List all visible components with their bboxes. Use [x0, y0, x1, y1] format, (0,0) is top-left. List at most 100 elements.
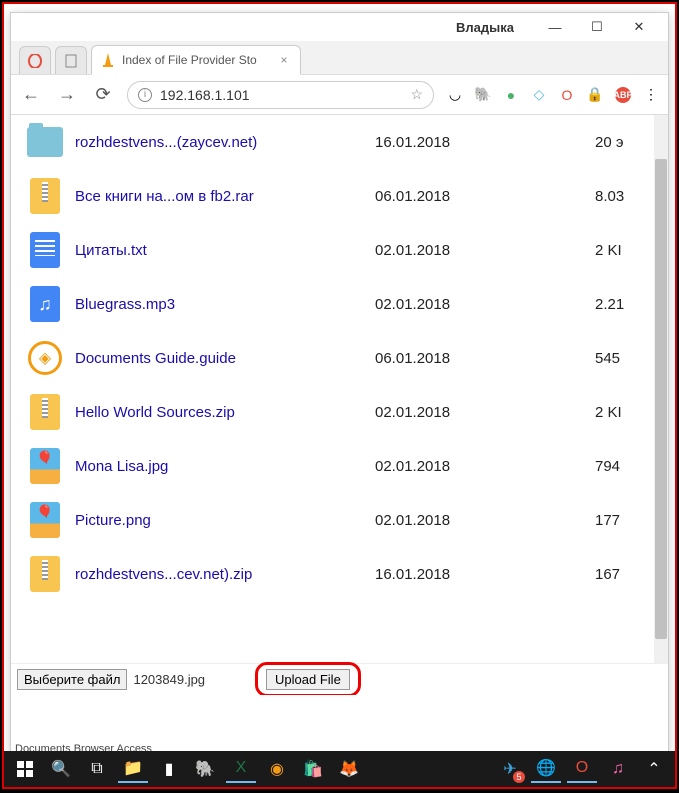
upload-bar: Выберите файл 1203849.jpg Upload File [11, 663, 668, 695]
mp3-icon: ♫ [25, 284, 65, 324]
file-date: 06.01.2018 [375, 188, 595, 205]
minimize-button[interactable]: — [534, 13, 576, 41]
tab-close-icon[interactable]: × [276, 53, 292, 67]
file-size: 2.21 [595, 296, 624, 313]
extension-icons: ◡ 🐘 ● ◇ O 🔒 ABP ⋮ [446, 86, 660, 104]
file-size: 794 [595, 458, 620, 475]
file-size: 2 KI [595, 404, 622, 421]
file-size: 2 KI [595, 242, 622, 259]
scrollbar-thumb[interactable] [655, 159, 667, 639]
ext-blue-icon[interactable]: ◇ [530, 86, 548, 104]
choose-file-button[interactable]: Выберите файл [17, 669, 127, 690]
file-date: 02.01.2018 [375, 404, 595, 421]
tab-title: Index of File Provider Sto [122, 53, 257, 67]
forward-button[interactable]: → [55, 83, 79, 107]
file-row: Цитаты.txt02.01.20182 KI [11, 223, 668, 277]
reload-button[interactable]: ⟳ [91, 83, 115, 107]
itunes-icon[interactable]: ♫ [603, 755, 633, 783]
folder-icon [25, 122, 65, 162]
scrollbar-track[interactable] [654, 115, 668, 663]
toolbar: ← → ⟳ i 192.168.1.101 ☆ ◡ 🐘 ● ◇ O 🔒 ABP … [11, 75, 668, 115]
maximize-button[interactable]: ☐ [576, 13, 618, 41]
txt-icon [25, 230, 65, 270]
evernote-task-icon[interactable]: 🐘 [190, 755, 220, 783]
close-button[interactable]: ✕ [618, 13, 660, 41]
file-size: 545 [595, 350, 620, 367]
file-date: 02.01.2018 [375, 512, 595, 529]
file-listing: rozhdestvens...(zaycev.net)16.01.201820 … [11, 115, 668, 695]
file-link[interactable]: Mona Lisa.jpg [75, 458, 375, 475]
opera-task-icon[interactable]: O [567, 755, 597, 783]
explorer-icon[interactable]: 📁 [118, 755, 148, 783]
zip-icon [25, 554, 65, 594]
url-text: 192.168.1.101 [160, 87, 250, 103]
window-titlebar: Владыка — ☐ ✕ [11, 13, 668, 41]
chosen-file-label: 1203849.jpg [133, 672, 205, 687]
telegram-icon[interactable]: ✈5 [495, 755, 525, 783]
file-row: ◈ Documents Guide.guide06.01.2018545 [11, 331, 668, 385]
taskbar: 🔍 ⧉ 📁 ▮ 🐘 X ◉ 🛍️ 🦊 ✈5 🌐 O ♫ ⌃ [4, 751, 675, 787]
file-link[interactable]: rozhdestvens...cev.net).zip [75, 566, 375, 583]
file-row: rozhdestvens...(zaycev.net)16.01.201820 … [11, 115, 668, 169]
file-date: 02.01.2018 [375, 296, 595, 313]
evernote-icon[interactable]: 🐘 [474, 86, 492, 104]
upload-highlight: Upload File [255, 662, 361, 695]
file-row: Mona Lisa.jpg02.01.2018794 [11, 439, 668, 493]
taskview-icon[interactable]: ⧉ [82, 755, 112, 783]
file-link[interactable]: Documents Guide.guide [75, 350, 375, 367]
adblock-icon[interactable]: ABP [614, 86, 632, 104]
file-row: Hello World Sources.zip02.01.20182 KI [11, 385, 668, 439]
file-link[interactable]: Bluegrass.mp3 [75, 296, 375, 313]
file-size: 177 [595, 512, 620, 529]
file-date: 06.01.2018 [375, 350, 595, 367]
menu-icon[interactable]: ⋮ [642, 86, 660, 104]
back-button[interactable]: ← [19, 83, 43, 107]
tray-chevron-icon[interactable]: ⌃ [639, 755, 669, 783]
tab-opera[interactable] [19, 46, 51, 74]
file-link[interactable]: Picture.png [75, 512, 375, 529]
store-icon[interactable]: 🛍️ [298, 755, 328, 783]
file-row: rozhdestvens...cev.net).zip16.01.2018167 [11, 547, 668, 601]
file-date: 16.01.2018 [375, 134, 595, 151]
file-link[interactable]: Цитаты.txt [75, 242, 375, 259]
terminal-icon[interactable]: ▮ [154, 755, 184, 783]
lastpass-icon[interactable]: 🔒 [586, 86, 604, 104]
user-label: Владыка [456, 20, 514, 35]
file-date: 02.01.2018 [375, 242, 595, 259]
chrome-icon[interactable]: 🌐 [531, 755, 561, 783]
img-icon [25, 500, 65, 540]
pocket-icon[interactable]: ◡ [446, 86, 464, 104]
file-date: 02.01.2018 [375, 458, 595, 475]
start-button[interactable] [10, 755, 40, 783]
url-bar[interactable]: i 192.168.1.101 ☆ [127, 81, 434, 109]
file-date: 16.01.2018 [375, 566, 595, 583]
app-orange-icon[interactable]: ◉ [262, 755, 292, 783]
tab-active[interactable]: Index of File Provider Sto × [91, 45, 301, 75]
zip-icon [25, 392, 65, 432]
vlc-icon [100, 52, 116, 68]
file-size: 167 [595, 566, 620, 583]
zip-icon [25, 176, 65, 216]
pushbullet-icon[interactable]: ● [502, 86, 520, 104]
file-link[interactable]: rozhdestvens...(zaycev.net) [75, 134, 375, 151]
guide-icon: ◈ [25, 338, 65, 378]
file-size: 20 э [595, 134, 624, 151]
page-icon [65, 54, 77, 68]
file-row: Picture.png02.01.2018177 [11, 493, 668, 547]
file-row: Все книги на...ом в fb2.rar06.01.20188.0… [11, 169, 668, 223]
tab-blank[interactable] [55, 46, 87, 74]
file-row: ♫ Bluegrass.mp302.01.20182.21 [11, 277, 668, 331]
excel-icon[interactable]: X [226, 755, 256, 783]
site-info-icon[interactable]: i [138, 88, 152, 102]
gimp-icon[interactable]: 🦊 [334, 755, 364, 783]
file-link[interactable]: Все книги на...ом в fb2.rar [75, 188, 375, 205]
bookmark-star-icon[interactable]: ☆ [410, 86, 423, 103]
file-link[interactable]: Hello World Sources.zip [75, 404, 375, 421]
upload-file-button[interactable]: Upload File [266, 669, 350, 690]
img-icon [25, 446, 65, 486]
file-size: 8.03 [595, 188, 624, 205]
search-icon[interactable]: 🔍 [46, 755, 76, 783]
opera-icon [28, 54, 42, 68]
opera-ext-icon[interactable]: O [558, 86, 576, 104]
tab-strip: Index of File Provider Sto × [11, 41, 668, 75]
